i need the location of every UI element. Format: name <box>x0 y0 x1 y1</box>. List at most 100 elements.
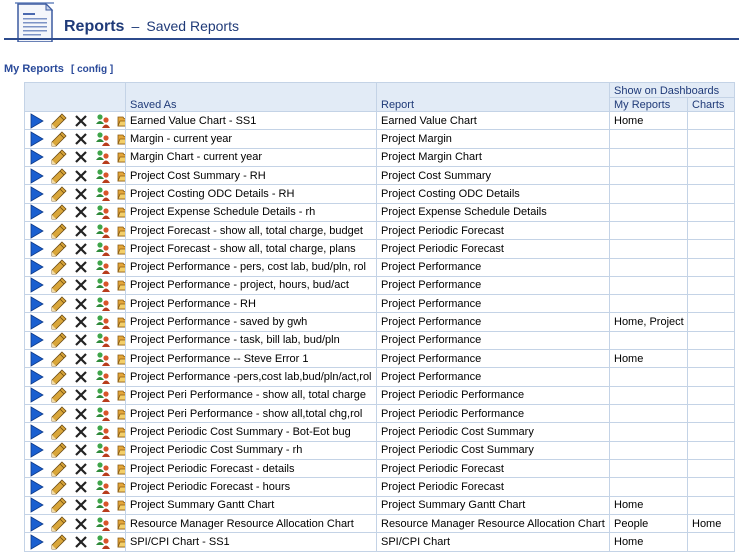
run-icon[interactable] <box>29 204 47 220</box>
edit-pencil-icon[interactable] <box>51 113 69 129</box>
edit-pencil-icon[interactable] <box>51 204 69 220</box>
edit-pencil-icon[interactable] <box>51 351 69 367</box>
run-icon[interactable] <box>29 296 47 312</box>
saved-as-link[interactable]: Margin - current year <box>130 133 232 145</box>
open-folder-icon[interactable] <box>117 387 125 403</box>
run-icon[interactable] <box>29 515 47 532</box>
delete-x-icon[interactable] <box>73 296 91 312</box>
delete-x-icon[interactable] <box>73 479 91 495</box>
run-icon[interactable] <box>29 497 47 513</box>
share-users-icon[interactable] <box>95 461 113 477</box>
delete-x-icon[interactable] <box>73 442 91 458</box>
share-users-icon[interactable] <box>95 497 113 513</box>
saved-as-link[interactable]: Project Performance - task, bill lab, bu… <box>130 334 340 346</box>
open-folder-icon[interactable] <box>117 332 125 348</box>
open-folder-icon[interactable] <box>117 168 125 184</box>
delete-x-icon[interactable] <box>73 406 91 422</box>
saved-as-link[interactable]: Project Cost Summary - RH <box>130 170 266 182</box>
share-users-icon[interactable] <box>95 516 113 532</box>
run-icon[interactable] <box>29 167 47 184</box>
delete-x-icon[interactable] <box>73 351 91 367</box>
open-folder-icon[interactable] <box>117 442 125 458</box>
share-users-icon[interactable] <box>95 351 113 367</box>
saved-as-link[interactable]: Earned Value Chart - SS1 <box>130 115 256 127</box>
run-icon[interactable] <box>29 387 47 404</box>
edit-pencil-icon[interactable] <box>51 222 69 239</box>
column-header-my-reports[interactable]: My Reports <box>609 97 688 112</box>
delete-x-icon[interactable] <box>73 168 91 184</box>
delete-x-icon[interactable] <box>73 497 91 513</box>
saved-as-link[interactable]: Project Periodic Cost Summary - rh <box>130 444 302 456</box>
edit-pencil-icon[interactable] <box>51 332 69 348</box>
run-icon[interactable] <box>29 460 47 477</box>
saved-as-link[interactable]: Project Forecast - show all, total charg… <box>130 243 356 255</box>
delete-x-icon[interactable] <box>73 516 91 532</box>
delete-x-icon[interactable] <box>73 461 91 477</box>
delete-x-icon[interactable] <box>73 204 91 220</box>
run-icon[interactable] <box>29 442 47 458</box>
share-users-icon[interactable] <box>95 277 113 293</box>
edit-pencil-icon[interactable] <box>51 131 69 147</box>
run-icon[interactable] <box>29 332 47 349</box>
open-folder-icon[interactable] <box>117 497 125 513</box>
saved-as-link[interactable]: SPI/CPI Chart - SS1 <box>130 536 230 548</box>
open-folder-icon[interactable] <box>117 131 125 147</box>
run-icon[interactable] <box>29 241 47 257</box>
config-link[interactable]: [ config ] <box>71 64 113 75</box>
delete-x-icon[interactable] <box>73 149 91 165</box>
edit-pencil-icon[interactable] <box>51 406 69 422</box>
share-users-icon[interactable] <box>95 241 113 257</box>
config-link-text[interactable]: [ config ] <box>71 64 113 75</box>
edit-pencil-icon[interactable] <box>51 442 69 458</box>
saved-as-link[interactable]: Project Performance - saved by gwh <box>130 316 307 328</box>
open-folder-icon[interactable] <box>117 369 125 385</box>
open-folder-icon[interactable] <box>117 296 125 312</box>
share-users-icon[interactable] <box>95 332 113 348</box>
saved-as-link[interactable]: Project Summary Gantt Chart <box>130 499 274 511</box>
share-users-icon[interactable] <box>95 296 113 312</box>
edit-pencil-icon[interactable] <box>51 296 69 312</box>
run-icon[interactable] <box>29 149 47 165</box>
open-folder-icon[interactable] <box>117 204 125 220</box>
open-folder-icon[interactable] <box>117 186 125 202</box>
delete-x-icon[interactable] <box>73 314 91 330</box>
share-users-icon[interactable] <box>95 113 113 129</box>
edit-pencil-icon[interactable] <box>51 259 69 275</box>
share-users-icon[interactable] <box>95 259 113 275</box>
share-users-icon[interactable] <box>95 369 113 385</box>
edit-pencil-icon[interactable] <box>51 369 69 385</box>
run-icon[interactable] <box>29 351 47 367</box>
edit-pencil-icon[interactable] <box>51 387 69 403</box>
share-users-icon[interactable] <box>95 442 113 458</box>
delete-x-icon[interactable] <box>73 241 91 257</box>
delete-x-icon[interactable] <box>73 424 91 440</box>
share-users-icon[interactable] <box>95 534 113 550</box>
delete-x-icon[interactable] <box>73 186 91 202</box>
edit-pencil-icon[interactable] <box>51 186 69 202</box>
saved-as-link[interactable]: Project Performance - pers, cost lab, bu… <box>130 261 366 273</box>
delete-x-icon[interactable] <box>73 223 91 239</box>
open-folder-icon[interactable] <box>117 424 125 440</box>
share-users-icon[interactable] <box>95 223 113 239</box>
run-icon[interactable] <box>29 222 47 239</box>
open-folder-icon[interactable] <box>117 149 125 165</box>
share-users-icon[interactable] <box>95 479 113 495</box>
share-users-icon[interactable] <box>95 424 113 440</box>
open-folder-icon[interactable] <box>117 534 125 550</box>
run-icon[interactable] <box>29 277 47 294</box>
delete-x-icon[interactable] <box>73 259 91 275</box>
saved-as-link[interactable]: Project Periodic Cost Summary - Bot-Eot … <box>130 426 351 438</box>
run-icon[interactable] <box>29 479 47 495</box>
run-icon[interactable] <box>29 131 47 147</box>
saved-as-link[interactable]: Resource Manager Resource Allocation Cha… <box>130 518 354 530</box>
share-users-icon[interactable] <box>95 149 113 165</box>
open-folder-icon[interactable] <box>117 406 125 422</box>
share-users-icon[interactable] <box>95 186 113 202</box>
saved-as-link[interactable]: Margin Chart - current year <box>130 151 262 163</box>
edit-pencil-icon[interactable] <box>51 497 69 513</box>
saved-as-link[interactable]: Project Periodic Forecast - hours <box>130 481 290 493</box>
column-header-report[interactable]: Report <box>376 82 610 112</box>
share-users-icon[interactable] <box>95 406 113 422</box>
column-header-saved-as[interactable]: Saved As <box>125 82 377 112</box>
run-icon[interactable] <box>29 259 47 275</box>
